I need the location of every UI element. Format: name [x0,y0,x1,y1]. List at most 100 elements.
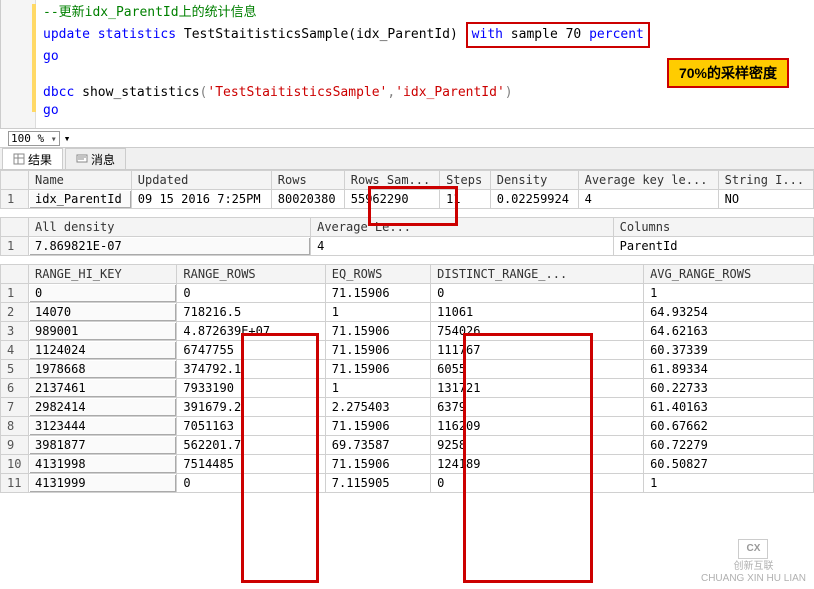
cell[interactable]: 61.40163 [644,398,814,417]
cell[interactable]: 6055 [431,360,644,379]
cell[interactable]: 61.89334 [644,360,814,379]
table-row[interactable]: 1idx_ParentId09 15 2016 7:25PM8002038055… [1,190,814,209]
table-row[interactable]: 214070718216.511106164.93254 [1,303,814,322]
cell[interactable]: 4.872639E+07 [177,322,325,341]
cell[interactable]: 9258 [431,436,644,455]
results-pane[interactable]: NameUpdatedRowsRows Sam...StepsDensityAv… [0,170,814,589]
cell[interactable]: 4 [311,237,614,256]
cell[interactable]: 60.50827 [644,455,814,474]
cell[interactable]: 71.15906 [325,417,430,436]
col-header[interactable]: Density [490,171,578,190]
cell[interactable]: 7.115905 [325,474,430,493]
cell[interactable]: ParentId [613,237,813,256]
cell[interactable]: 124189 [431,455,644,474]
cell[interactable]: 1 [325,379,430,398]
col-header[interactable]: All density [29,218,311,237]
cell[interactable]: 60.72279 [644,436,814,455]
cell[interactable]: 71.15906 [325,341,430,360]
col-header[interactable]: RANGE_HI_KEY [29,265,177,284]
cell[interactable]: 0 [431,474,644,493]
table-row[interactable]: 17.869821E-074ParentId [1,237,814,256]
cell[interactable]: 64.62163 [644,322,814,341]
cell[interactable]: 11061 [431,303,644,322]
cell[interactable]: 7.869821E-07 [29,237,311,256]
col-header[interactable]: Rows Sam... [344,171,439,190]
tab-results[interactable]: 结果 [2,148,63,169]
table-row[interactable]: 621374617933190113172160.22733 [1,379,814,398]
cell[interactable]: 7514485 [177,455,325,474]
cell[interactable]: 14070 [29,303,177,322]
cell[interactable]: 71.15906 [325,455,430,474]
cell[interactable]: 374792.1 [177,360,325,379]
col-header[interactable]: Columns [613,218,813,237]
table-row[interactable]: 39890014.872639E+0771.1590675402664.6216… [1,322,814,341]
cell[interactable]: 55962290 [344,190,439,209]
cell[interactable]: 69.73587 [325,436,430,455]
cell[interactable]: 2.275403 [325,398,430,417]
cell[interactable]: 4131998 [29,455,177,474]
cell[interactable]: 7051163 [177,417,325,436]
col-header[interactable]: AVG_RANGE_ROWS [644,265,814,284]
col-header[interactable]: String I... [718,171,813,190]
table-row[interactable]: 10071.1590601 [1,284,814,303]
cell[interactable]: 2137461 [29,379,177,398]
cell[interactable]: 0 [29,284,177,303]
cell[interactable]: NO [718,190,813,209]
cell[interactable]: 60.37339 [644,341,814,360]
cell[interactable]: 4 [578,190,718,209]
col-header[interactable]: EQ_ROWS [325,265,430,284]
table-row[interactable]: 93981877562201.769.73587925860.72279 [1,436,814,455]
col-header[interactable]: Average key le... [578,171,718,190]
cell[interactable]: 3981877 [29,436,177,455]
cell[interactable]: 3123444 [29,417,177,436]
table-row[interactable]: 104131998751448571.1590612418960.50827 [1,455,814,474]
cell[interactable]: 754026 [431,322,644,341]
cell[interactable]: 6747755 [177,341,325,360]
cell[interactable]: 131721 [431,379,644,398]
table-row[interactable]: 83123444705116371.1590611620960.67662 [1,417,814,436]
cell[interactable]: 09 15 2016 7:25PM [131,190,271,209]
cell[interactable]: 111767 [431,341,644,360]
col-header[interactable]: RANGE_ROWS [177,265,325,284]
cell[interactable]: 391679.2 [177,398,325,417]
cell[interactable]: 116209 [431,417,644,436]
col-header[interactable]: Updated [131,171,271,190]
cell[interactable]: 4131999 [29,474,177,493]
stats-header-grid[interactable]: NameUpdatedRowsRows Sam...StepsDensityAv… [0,170,814,209]
cell[interactable]: 6379 [431,398,644,417]
table-row[interactable]: 72982414391679.22.275403637961.40163 [1,398,814,417]
cell[interactable]: 1 [644,474,814,493]
cell[interactable]: 0 [431,284,644,303]
cell[interactable]: 71.15906 [325,360,430,379]
cell[interactable]: 11 [440,190,491,209]
cell[interactable]: 1978668 [29,360,177,379]
cell[interactable]: 1124024 [29,341,177,360]
table-row[interactable]: 41124024674775571.1590611176760.37339 [1,341,814,360]
cell[interactable]: 989001 [29,322,177,341]
cell[interactable]: 0.02259924 [490,190,578,209]
tab-messages[interactable]: 消息 [65,148,126,169]
col-header[interactable]: Average Le... [311,218,614,237]
col-header[interactable]: DISTINCT_RANGE_... [431,265,644,284]
col-header[interactable]: Steps [440,171,491,190]
cell[interactable]: 64.93254 [644,303,814,322]
cell[interactable]: 0 [177,284,325,303]
cell[interactable]: 80020380 [271,190,344,209]
cell[interactable]: 71.15906 [325,284,430,303]
cell[interactable]: 1 [325,303,430,322]
cell[interactable]: 60.67662 [644,417,814,436]
zoom-dropdown[interactable]: 100 % ▾ [8,131,60,146]
cell[interactable]: 2982414 [29,398,177,417]
cell[interactable]: idx_ParentId [29,190,132,209]
cell[interactable]: 71.15906 [325,322,430,341]
cell[interactable]: 562201.7 [177,436,325,455]
cell[interactable]: 718216.5 [177,303,325,322]
table-row[interactable]: 11413199907.11590501 [1,474,814,493]
density-grid[interactable]: All densityAverage Le...Columns17.869821… [0,217,814,256]
cell[interactable]: 1 [644,284,814,303]
cell[interactable]: 60.22733 [644,379,814,398]
cell[interactable]: 0 [177,474,325,493]
histogram-grid[interactable]: RANGE_HI_KEYRANGE_ROWSEQ_ROWSDISTINCT_RA… [0,264,814,493]
col-header[interactable]: Rows [271,171,344,190]
col-header[interactable]: Name [29,171,132,190]
